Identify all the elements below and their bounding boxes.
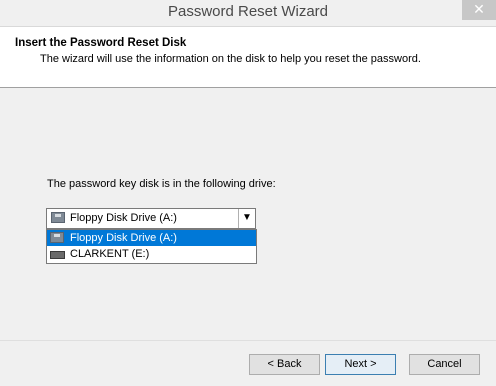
floppy-drive-icon [50, 232, 64, 243]
back-button[interactable]: < Back [249, 354, 320, 375]
header-title: Insert the Password Reset Disk [15, 37, 187, 49]
next-button[interactable]: Next > [325, 354, 396, 375]
wizard-header: Insert the Password Reset Disk The wizar… [0, 27, 496, 88]
dropdown-option-label: CLARKENT (E:) [70, 248, 150, 260]
dropdown-option-floppy[interactable]: Floppy Disk Drive (A:) [47, 230, 256, 246]
close-button[interactable]: ✕ [462, 0, 496, 20]
title-bar: Password Reset Wizard ✕ [0, 0, 496, 27]
header-subtitle: The wizard will use the information on t… [40, 53, 421, 65]
chevron-down-icon[interactable]: ▼ [238, 209, 255, 228]
cancel-button[interactable]: Cancel [409, 354, 480, 375]
footer-divider [0, 340, 496, 341]
drive-select-value: Floppy Disk Drive (A:) [70, 212, 177, 224]
drive-label: The password key disk is in the followin… [47, 178, 276, 190]
drive-select[interactable]: Floppy Disk Drive (A:) ▼ [46, 208, 256, 229]
dropdown-option-clarkent[interactable]: CLARKENT (E:) [47, 246, 256, 262]
usb-drive-icon [50, 248, 65, 259]
drive-dropdown-list: Floppy Disk Drive (A:) CLARKENT (E:) [46, 229, 257, 264]
window-title: Password Reset Wizard [167, 3, 329, 20]
dropdown-option-label: Floppy Disk Drive (A:) [70, 232, 177, 244]
floppy-drive-icon [51, 212, 65, 223]
